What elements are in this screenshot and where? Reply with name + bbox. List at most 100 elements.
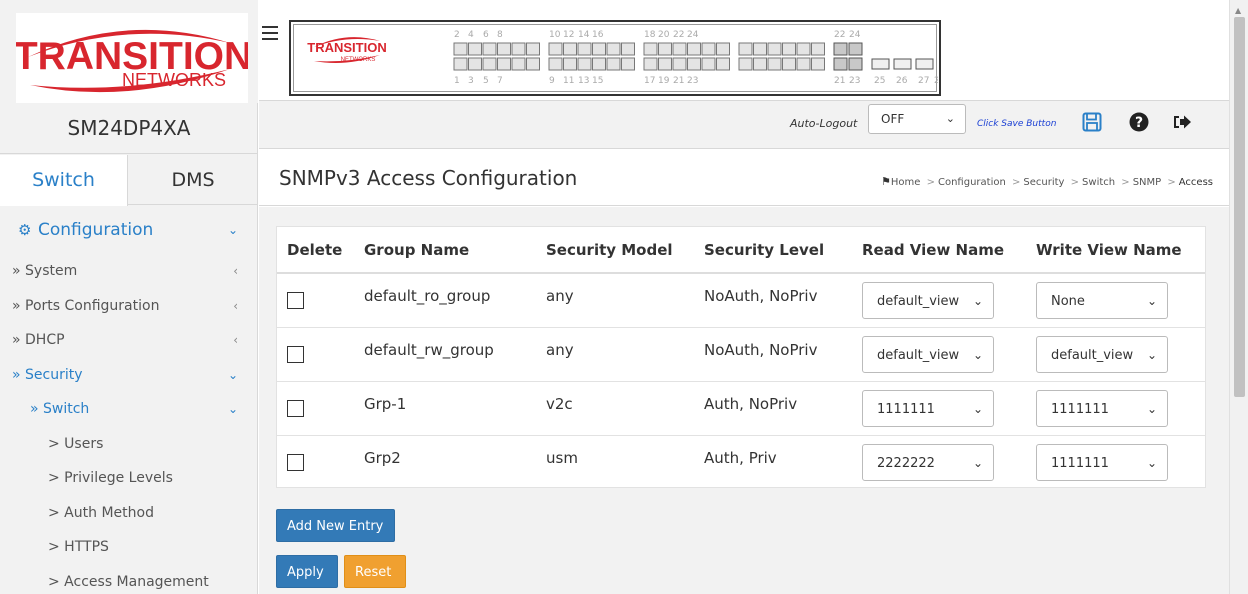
- switch-port[interactable]: [606, 57, 621, 71]
- delete-checkbox[interactable]: [287, 399, 304, 417]
- read-view-select[interactable]: 2222222 ⌄: [862, 443, 994, 481]
- menu-dhcp[interactable]: » DHCP ‹: [0, 323, 258, 358]
- switch-port[interactable]: [592, 42, 606, 56]
- switch-port[interactable]: [511, 42, 526, 56]
- switch-port[interactable]: [468, 42, 482, 56]
- switch-port[interactable]: [687, 42, 701, 56]
- port-number-label: 8: [497, 30, 503, 40]
- switch-port[interactable]: [511, 57, 526, 71]
- logout-icon[interactable]: [1172, 113, 1192, 135]
- combo-port[interactable]: [833, 42, 848, 56]
- add-new-entry-button[interactable]: Add New Entry: [276, 509, 395, 542]
- switch-port[interactable]: [497, 57, 511, 71]
- switch-port[interactable]: [526, 42, 540, 56]
- switch-port[interactable]: [621, 57, 635, 71]
- switch-port[interactable]: [548, 57, 563, 71]
- auto-logout-select[interactable]: OFF ⌄: [868, 104, 966, 134]
- switch-port[interactable]: [782, 57, 796, 71]
- apply-button[interactable]: Apply: [276, 555, 338, 588]
- switch-port[interactable]: [672, 42, 687, 56]
- scrollbar-thumb[interactable]: [1234, 17, 1245, 397]
- switch-port[interactable]: [767, 57, 782, 71]
- switch-port[interactable]: [701, 57, 716, 71]
- menu-security[interactable]: » Security ⌄: [0, 358, 258, 393]
- switch-port[interactable]: [796, 57, 811, 71]
- switch-port[interactable]: [753, 57, 767, 71]
- switch-port[interactable]: [497, 42, 511, 56]
- breadcrumb-configuration[interactable]: Configuration: [938, 177, 1006, 188]
- page-scrollbar[interactable]: ▲: [1229, 0, 1248, 594]
- switch-port[interactable]: [716, 57, 730, 71]
- sfp-port[interactable]: [871, 58, 890, 70]
- write-view-select[interactable]: None ⌄: [1036, 282, 1168, 319]
- menu-privilege-levels[interactable]: > Privilege Levels: [0, 461, 258, 496]
- read-view-select[interactable]: default_view ⌄: [862, 282, 994, 319]
- breadcrumb-home[interactable]: Home: [891, 177, 921, 188]
- reset-button[interactable]: Reset: [344, 555, 406, 588]
- scroll-up-arrow-icon[interactable]: ▲: [1235, 6, 1241, 15]
- combo-port[interactable]: [848, 57, 863, 71]
- brand-logo[interactable]: TRANSITION NETWORKS: [16, 13, 248, 103]
- delete-checkbox[interactable]: [287, 292, 304, 309]
- delete-checkbox[interactable]: [287, 453, 304, 471]
- menu-access-management[interactable]: > Access Management: [0, 565, 258, 594]
- switch-port[interactable]: [577, 57, 592, 71]
- switch-port[interactable]: [782, 42, 796, 56]
- menu-users[interactable]: > Users: [0, 427, 258, 462]
- col-read-view-name: Read View Name: [852, 227, 1026, 274]
- help-icon[interactable]: ?: [1129, 112, 1149, 136]
- menu-auth-method[interactable]: > Auth Method: [0, 496, 258, 531]
- write-view-select[interactable]: default_view ⌄: [1036, 335, 1168, 373]
- breadcrumb-security[interactable]: Security: [1023, 177, 1064, 188]
- sfp-port[interactable]: [893, 58, 912, 70]
- switch-port[interactable]: [738, 57, 753, 71]
- switch-port[interactable]: [526, 57, 540, 71]
- sfp-port[interactable]: [915, 58, 934, 70]
- switch-port[interactable]: [658, 57, 672, 71]
- switch-port[interactable]: [621, 42, 635, 56]
- switch-port[interactable]: [482, 42, 497, 56]
- security-level-cell: NoAuth, NoPriv: [694, 327, 852, 382]
- switch-port[interactable]: [482, 57, 497, 71]
- tab-dms[interactable]: DMS: [128, 155, 258, 205]
- switch-port[interactable]: [716, 42, 730, 56]
- menu-https[interactable]: > HTTPS: [0, 530, 258, 565]
- write-view-select[interactable]: 1111111 ⌄: [1036, 389, 1168, 427]
- menu-security-switch[interactable]: » Switch ⌄: [0, 392, 258, 427]
- tab-switch[interactable]: Switch: [0, 155, 128, 206]
- menu-system[interactable]: » System ‹: [0, 254, 258, 289]
- switch-port[interactable]: [606, 42, 621, 56]
- read-view-select[interactable]: default_view ⌄: [862, 335, 994, 373]
- switch-port[interactable]: [701, 42, 716, 56]
- switch-port[interactable]: [767, 42, 782, 56]
- write-view-select[interactable]: 1111111 ⌄: [1036, 443, 1168, 481]
- switch-port[interactable]: [811, 42, 825, 56]
- menu-ports-configuration[interactable]: » Ports Configuration ‹: [0, 289, 258, 324]
- switch-port[interactable]: [563, 42, 577, 56]
- switch-port[interactable]: [643, 57, 658, 71]
- combo-port[interactable]: [833, 57, 848, 71]
- switch-port[interactable]: [577, 42, 592, 56]
- menu-configuration[interactable]: ⚙ Configuration ⌄: [0, 206, 258, 254]
- switch-port[interactable]: [563, 57, 577, 71]
- delete-checkbox[interactable]: [287, 345, 304, 363]
- switch-port[interactable]: [453, 57, 468, 71]
- read-view-select[interactable]: 1111111 ⌄: [862, 389, 994, 427]
- switch-port[interactable]: [643, 42, 658, 56]
- switch-port[interactable]: [811, 57, 825, 71]
- switch-port[interactable]: [672, 57, 687, 71]
- breadcrumb-switch[interactable]: Switch: [1082, 177, 1115, 188]
- switch-port[interactable]: [753, 42, 767, 56]
- breadcrumb-snmp[interactable]: SNMP: [1133, 177, 1162, 188]
- switch-port[interactable]: [548, 42, 563, 56]
- save-icon[interactable]: [1082, 112, 1102, 136]
- hamburger-menu-icon[interactable]: [262, 26, 278, 40]
- switch-port[interactable]: [738, 42, 753, 56]
- switch-port[interactable]: [687, 57, 701, 71]
- switch-port[interactable]: [796, 42, 811, 56]
- switch-port[interactable]: [468, 57, 482, 71]
- combo-port[interactable]: [848, 42, 863, 56]
- switch-port[interactable]: [453, 42, 468, 56]
- switch-port[interactable]: [592, 57, 606, 71]
- switch-port[interactable]: [658, 42, 672, 56]
